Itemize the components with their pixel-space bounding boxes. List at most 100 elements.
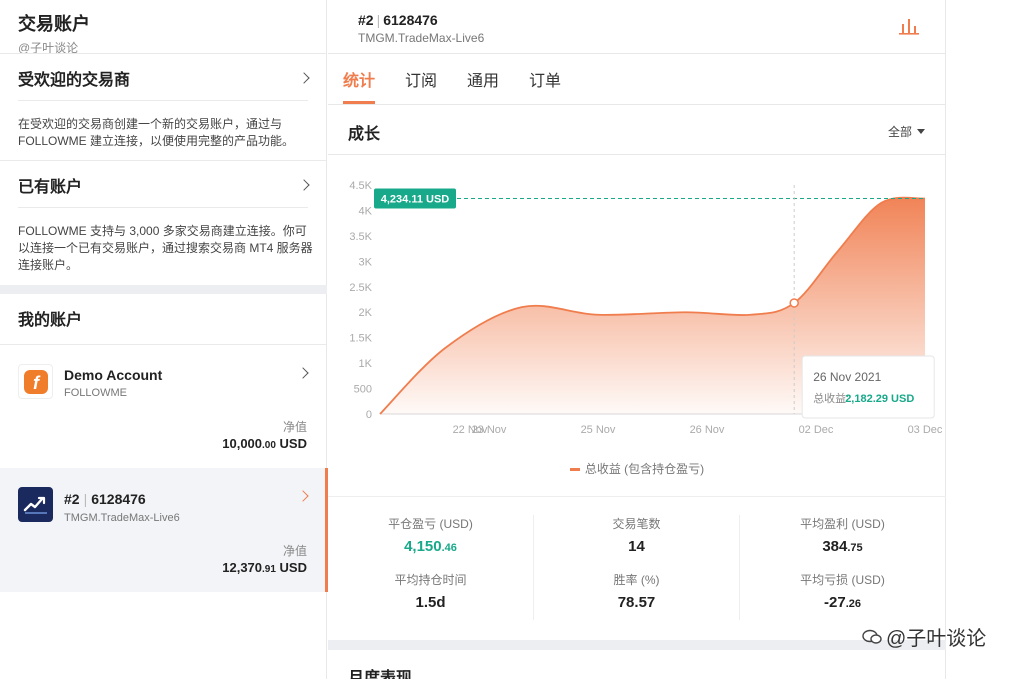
page-title: 交易账户 xyxy=(18,14,90,34)
stats-grid: 平仓盈亏 (USD) 4,150.46 平均持仓时间 1.5d 交易笔数 14 … xyxy=(328,496,946,626)
chevron-right-icon xyxy=(297,490,309,502)
account-card-active[interactable]: #2 | 6128476 TMGM.TradeMax-Live6 净值 12,370… xyxy=(0,468,328,592)
existing-account-desc: FOLLOWME 支持与 3,000 多家交易商建立连接。你可以连接一个已有交易… xyxy=(18,224,313,272)
x-tick-label: 26 Nov xyxy=(690,424,725,436)
net-value-label: 净值 xyxy=(282,420,307,434)
followme-logo-icon: f xyxy=(18,364,53,399)
my-accounts-label: 我的账户 xyxy=(18,312,83,329)
chart-legend: 总收益 (包含持仓盈亏) xyxy=(328,460,946,477)
stat-avg-loss-label: 平均亏损 (USD) xyxy=(800,573,885,587)
popular-brokers-row[interactable]: 受欢迎的交易商 xyxy=(18,66,310,90)
legend-swatch xyxy=(569,468,580,472)
divider xyxy=(0,160,327,161)
net-value-unit: USD xyxy=(279,560,307,575)
net-value-int: 12,370 xyxy=(222,560,263,575)
app-root: 交易账户 @子叶谈论 受欢迎的交易商 在受欢迎的交易商创建一个新的交易账户，通过… xyxy=(0,0,1015,679)
account-detail-panel: #2 | 6128476 TMGM.TradeMax-Live6 统计 订阅 通用 … xyxy=(328,0,946,679)
stat-avg-hold-label: 平均持仓时间 xyxy=(394,573,467,587)
account-id: 6128476 xyxy=(91,491,146,507)
y-tick-label: 4.5K xyxy=(349,180,372,192)
divider xyxy=(18,207,308,208)
stat-int: 78.57 xyxy=(617,594,656,611)
watermark-text: @子叶谈论 xyxy=(886,628,987,650)
divider xyxy=(328,154,946,155)
account-title: #2 | 6128476 xyxy=(358,12,438,28)
caret-down-icon xyxy=(917,129,925,134)
stats-column: 平仓盈亏 (USD) 4,150.46 平均持仓时间 1.5d xyxy=(328,515,533,611)
net-value-label: 净值 xyxy=(282,544,307,558)
y-tick-label: 2.5K xyxy=(349,282,372,294)
net-value-unit: USD xyxy=(279,436,307,451)
chevron-right-icon xyxy=(298,72,310,84)
tab-statistics[interactable]: 统计 xyxy=(343,54,376,104)
stat-dec: .46 xyxy=(441,542,457,554)
range-value: 全部 xyxy=(887,125,912,139)
stat-dec: .75 xyxy=(847,542,863,554)
account-broker: FOLLOWME xyxy=(64,387,127,399)
account-broker: TMGM.TradeMax-Live6 xyxy=(358,31,485,45)
x-tick-label: 23 Nov xyxy=(472,424,507,436)
section-band xyxy=(328,640,946,650)
tooltip-value: 2,182.29 USD xyxy=(845,393,914,405)
stat-trades-label: 交易笔数 xyxy=(612,517,661,531)
last-value-label: 4,234.11 USD xyxy=(381,194,450,206)
stat-dec: .26 xyxy=(845,598,861,610)
stat-int: -27 xyxy=(824,594,846,611)
tab-bar: 统计 订阅 通用 订单 xyxy=(343,54,591,104)
popular-brokers-desc: 在受欢迎的交易商创建一个新的交易账户，通过与 FOLLOWME 建立连接，以便使… xyxy=(18,117,295,148)
popular-brokers-label: 受欢迎的交易商 xyxy=(18,72,131,89)
net-value-dec: .00 xyxy=(262,440,276,451)
divider xyxy=(328,104,946,105)
account-header: #2 | 6128476 TMGM.TradeMax-Live6 xyxy=(358,12,484,45)
y-tick-label: 2K xyxy=(359,307,373,319)
tooltip-date: 26 Nov 2021 xyxy=(813,370,881,384)
y-tick-label: 0 xyxy=(366,409,372,421)
account-id: 6128476 xyxy=(383,12,438,28)
stat-closed-pnl-label: 平仓盈亏 (USD) xyxy=(388,517,473,531)
watermark: @子叶谈论 xyxy=(862,622,986,651)
stat-trades-value: 14 xyxy=(534,538,739,555)
existing-account-label: 已有账户 xyxy=(18,179,83,196)
stat-int: 4,150 xyxy=(404,538,442,555)
chevron-right-icon xyxy=(297,367,309,379)
stat-avg-profit-value: 384.75 xyxy=(740,538,945,555)
stat-avg-loss-value: -27.26 xyxy=(740,594,945,611)
tab-subscribe[interactable]: 订阅 xyxy=(405,54,437,104)
my-accounts-header: 我的账户 xyxy=(18,306,308,330)
hover-marker xyxy=(789,298,799,308)
stats-column: 平均盈利 (USD) 384.75 平均亏损 (USD) -27.26 xyxy=(740,515,945,611)
net-value-dec: .91 xyxy=(262,564,276,575)
tab-general[interactable]: 通用 xyxy=(467,54,499,104)
stat-winrate-label: 胜率 (%) xyxy=(613,573,660,587)
y-tick-label: 1K xyxy=(359,358,373,370)
stat-int: 14 xyxy=(628,538,645,555)
y-tick-label: 500 xyxy=(354,384,372,396)
stat-winrate-value: 78.57 xyxy=(534,594,739,611)
monthly-performance-title: 月度表现 xyxy=(348,670,413,679)
divider xyxy=(0,53,327,54)
stat-avg-hold-value: 1.5d xyxy=(328,594,533,611)
stat-closed-pnl-value: 4,150.46 xyxy=(328,538,533,555)
existing-account-row[interactable]: 已有账户 xyxy=(18,173,310,197)
account-broker: TMGM.TradeMax-Live6 xyxy=(64,512,180,524)
stats-column: 交易笔数 14 胜率 (%) 78.57 xyxy=(534,515,739,611)
legend-label: 总收益 (包含持仓盈亏) xyxy=(584,462,705,476)
sidebar-header: 交易账户 @子叶谈论 xyxy=(18,10,90,56)
y-tick-label: 4K xyxy=(359,205,373,217)
wechat-icon xyxy=(862,629,882,644)
x-tick-label: 03 Dec xyxy=(908,424,943,436)
growth-chart: 05001K1.5K2K2.5K3K3.5K4K4.5K22 Nov23 Nov… xyxy=(349,180,943,436)
account-number: #2 xyxy=(64,491,80,507)
account-card-demo[interactable]: f Demo Account FOLLOWME 净值 10,000.00 USD xyxy=(0,345,327,467)
account-name: #2 | 6128476 xyxy=(64,491,146,507)
net-value-int: 10,000 xyxy=(222,436,263,451)
tab-orders[interactable]: 订单 xyxy=(529,54,561,104)
bar-chart-icon[interactable] xyxy=(899,17,919,40)
stat-int: 1.5d xyxy=(415,594,446,611)
net-value: 12,370.91 USD xyxy=(222,560,307,575)
stat-int: 384 xyxy=(822,538,848,555)
y-tick-label: 3K xyxy=(359,256,373,268)
tooltip-label: 总收益: xyxy=(813,391,849,405)
y-tick-label: 1.5K xyxy=(349,333,372,345)
range-dropdown[interactable]: 全部 xyxy=(888,123,925,140)
